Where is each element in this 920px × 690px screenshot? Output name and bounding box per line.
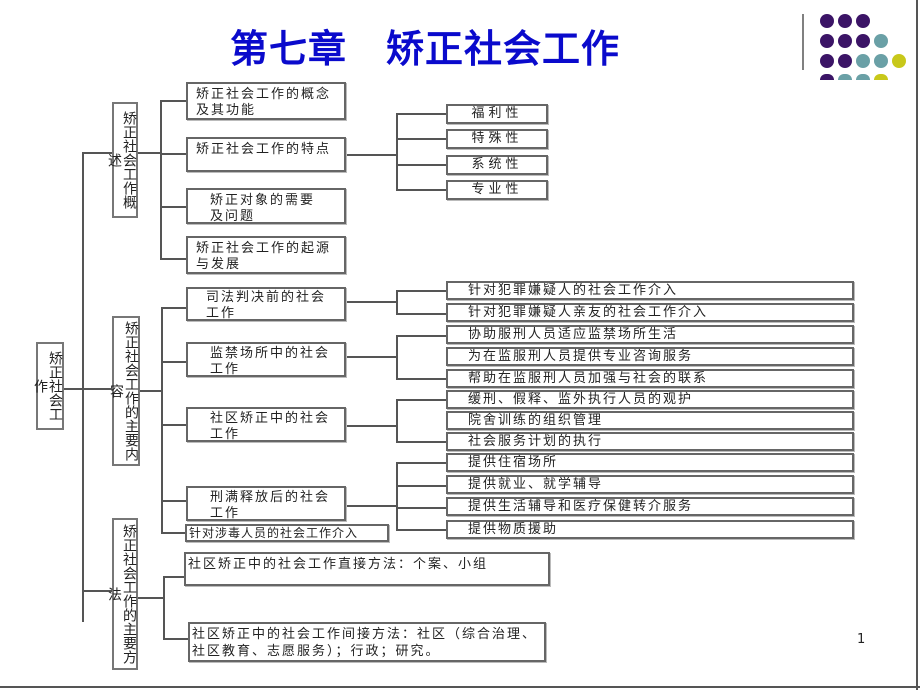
- leaf-service-plan: 社会服务计划的执行: [446, 432, 854, 451]
- node-post-release: 刑满释放后的社会工作: [186, 486, 346, 521]
- section-main-methods: 矫正社会工作的主要方法: [106, 518, 138, 670]
- node-characteristics: 矫正社会工作的特点: [186, 137, 346, 172]
- leaf-specialty: 特殊性: [446, 129, 548, 149]
- section-overview: 矫正社会工作概述: [106, 102, 138, 218]
- node-client-needs: 矫正对象的需要及问题: [186, 188, 346, 224]
- leaf-suspect-relatives: 针对犯罪嫌疑人亲友的社会工作介入: [446, 303, 854, 322]
- leaf-probation-parole: 缓刑、假释、监外执行人员的观护: [446, 390, 854, 409]
- leaf-employment: 提供就业、就学辅导: [446, 475, 854, 494]
- slide-border-bottom: [0, 686, 920, 688]
- leaf-professional: 专业性: [446, 180, 548, 200]
- node-direct-methods: 社区矫正中的社会工作直接方法：个案、小组: [184, 552, 550, 586]
- node-origin-development: 矫正社会工作的起源与发展: [186, 236, 346, 274]
- title-divider: [802, 14, 804, 70]
- leaf-systematic: 系统性: [446, 155, 548, 175]
- section-main-content: 矫正社会工作的主要内容: [108, 316, 140, 466]
- node-indirect-methods: 社区矫正中的社会工作间接方法：社区（综合治理、社区教育、志愿服务）；行政；研究。: [188, 622, 546, 662]
- leaf-counseling: 为在监服刑人员提供专业咨询服务: [446, 347, 854, 366]
- leaf-adapt-prison: 协助服刑人员适应监禁场所生活: [446, 325, 854, 344]
- page-number: 1: [857, 632, 866, 647]
- node-community-correction: 社区矫正中的社会工作: [186, 407, 346, 442]
- node-prison: 监禁场所中的社会工作: [186, 342, 346, 377]
- slide-border-right: [916, 0, 918, 690]
- node-concept-function: 矫正社会工作的概念及其功能: [186, 82, 346, 120]
- leaf-social-ties: 帮助在监服刑人员加强与社会的联系: [446, 369, 854, 388]
- leaf-life-medical: 提供生活辅导和医疗保健转介服务: [446, 497, 854, 516]
- node-drug-users: 针对涉毒人员的社会工作介入: [185, 524, 389, 542]
- root-node: 矫正社会工作: [32, 342, 64, 430]
- leaf-housing: 提供住宿场所: [446, 453, 854, 472]
- node-pre-trial: 司法判决前的社会工作: [186, 287, 346, 321]
- root-connector: [82, 152, 84, 622]
- leaf-suspect: 针对犯罪嫌疑人的社会工作介入: [446, 281, 854, 300]
- leaf-welfare: 福利性: [446, 104, 548, 124]
- leaf-institutional-training: 院舍训练的组织管理: [446, 411, 854, 430]
- leaf-material-aid: 提供物质援助: [446, 520, 854, 539]
- slide-title: 第七章 矫正社会工作: [229, 27, 620, 71]
